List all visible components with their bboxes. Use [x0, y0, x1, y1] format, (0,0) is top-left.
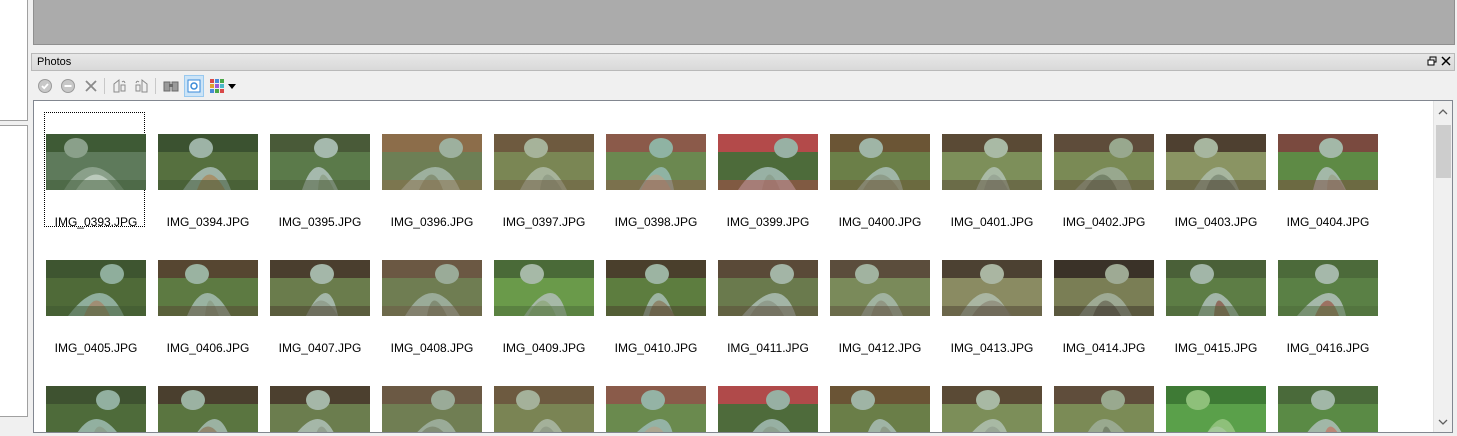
- photo-image: [830, 386, 930, 432]
- photo-image: [606, 260, 706, 316]
- photo-image: [1166, 386, 1266, 432]
- photo-image: [1166, 260, 1266, 316]
- photo-image: [46, 386, 146, 432]
- photo-filename: IMG_0410.JPG: [614, 341, 698, 355]
- vertical-scrollbar[interactable]: [1433, 101, 1452, 432]
- panel-title: Photos: [37, 56, 72, 68]
- photo-image: [1054, 134, 1154, 190]
- photo-image: [494, 260, 594, 316]
- select-mode-icon[interactable]: [184, 75, 204, 97]
- photo-image: [270, 260, 370, 316]
- photo-filename: IMG_0396.JPG: [390, 215, 474, 229]
- delete-icon[interactable]: [81, 75, 101, 97]
- photo-filename: IMG_0406.JPG: [166, 341, 250, 355]
- photo-image: [382, 260, 482, 316]
- photo-image: [494, 134, 594, 190]
- photo-filename: IMG_0401.JPG: [950, 215, 1034, 229]
- photo-filename: IMG_0395.JPG: [278, 215, 362, 229]
- reject-icon[interactable]: [58, 75, 78, 97]
- photo-image: [158, 260, 258, 316]
- photo-image: [158, 386, 258, 432]
- photo-image: [158, 134, 258, 190]
- photo-filename: IMG_0413.JPG: [950, 341, 1034, 355]
- rotate-right-icon[interactable]: [132, 75, 152, 97]
- photo-image: [718, 260, 818, 316]
- photo-image: [270, 386, 370, 432]
- photo-filename: IMG_0416.JPG: [1286, 341, 1370, 355]
- left-panel-bottom: [0, 125, 28, 417]
- photo-image: [1166, 134, 1266, 190]
- scroll-down-icon[interactable]: [1434, 413, 1452, 430]
- photo-image: [942, 260, 1042, 316]
- photo-image: [1054, 260, 1154, 316]
- photo-filename: IMG_0411.JPG: [727, 341, 809, 355]
- scrollbar-thumb[interactable]: [1436, 125, 1451, 178]
- photo-grid: IMG_0393.JPG IMG_0394.JPG IMG_0395.JPG IMG_…: [33, 100, 1453, 433]
- approve-icon[interactable]: [35, 75, 55, 97]
- photo-image: [270, 134, 370, 190]
- photo-filename: IMG_0407.JPG: [278, 341, 362, 355]
- photo-image: [718, 386, 818, 432]
- photo-image: [1278, 134, 1378, 190]
- photo-image: [942, 386, 1042, 432]
- left-panel-top: [0, 0, 28, 121]
- photo-filename: IMG_0408.JPG: [390, 341, 474, 355]
- photo-image: [382, 134, 482, 190]
- photo-filename: IMG_0405.JPG: [54, 341, 138, 355]
- photo-image: [606, 134, 706, 190]
- photos-panel-header: Photos: [31, 53, 1455, 71]
- photo-filename: IMG_0415.JPG: [1174, 341, 1258, 355]
- compare-icon[interactable]: [161, 75, 181, 97]
- photo-image: [1054, 386, 1154, 432]
- photo-filename: IMG_0414.JPG: [1062, 341, 1146, 355]
- photo-image: [46, 134, 146, 190]
- photo-image: [1278, 260, 1378, 316]
- grid-view-icon[interactable]: [207, 75, 227, 97]
- photo-filename: IMG_0400.JPG: [838, 215, 922, 229]
- photo-image: [606, 386, 706, 432]
- photo-image: [942, 134, 1042, 190]
- photo-image: [46, 260, 146, 316]
- photo-filename: IMG_0402.JPG: [1062, 215, 1146, 229]
- toolbar-separator: [155, 78, 156, 94]
- photo-filename: IMG_0399.JPG: [726, 215, 810, 229]
- close-icon[interactable]: [1439, 55, 1453, 69]
- photo-filename: IMG_0409.JPG: [502, 341, 586, 355]
- scroll-up-icon[interactable]: [1434, 103, 1452, 120]
- photo-image: [1278, 386, 1378, 432]
- photo-image: [718, 134, 818, 190]
- toolbar-separator: [104, 78, 105, 94]
- rotate-left-icon[interactable]: [109, 75, 129, 97]
- dropdown-arrow-icon[interactable]: [226, 75, 238, 97]
- preview-area: [33, 0, 1455, 45]
- photo-filename: IMG_0403.JPG: [1174, 215, 1258, 229]
- photo-image: [382, 386, 482, 432]
- photo-image: [830, 134, 930, 190]
- photo-filename: IMG_0393.JPG: [54, 215, 138, 229]
- photo-filename: IMG_0397.JPG: [502, 215, 586, 229]
- photo-image: [494, 386, 594, 432]
- photo-filename: IMG_0404.JPG: [1286, 215, 1370, 229]
- photo-filename: IMG_0398.JPG: [614, 215, 698, 229]
- photo-image: [830, 260, 930, 316]
- restore-icon[interactable]: [1425, 55, 1439, 69]
- photo-filename: IMG_0412.JPG: [838, 341, 922, 355]
- photo-filename: IMG_0394.JPG: [166, 215, 250, 229]
